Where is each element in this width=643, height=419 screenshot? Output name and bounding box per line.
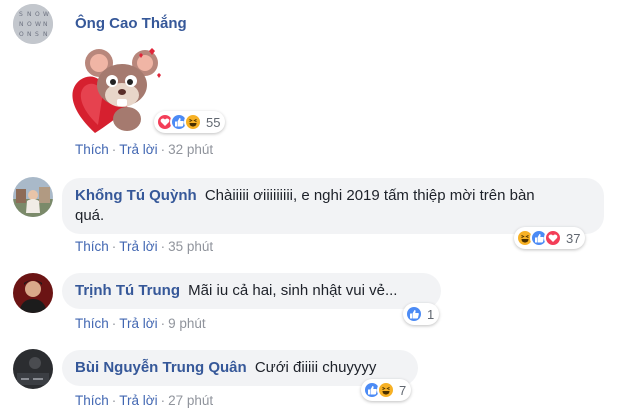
- comment-bubble: Trịnh Tú Trung Mãi iu cả hai, sinh nhật …: [62, 273, 441, 309]
- timestamp[interactable]: 27 phút: [168, 393, 213, 408]
- reply-link[interactable]: Trả lời: [119, 316, 157, 331]
- commenter-name[interactable]: Ông Cao Thắng: [75, 15, 187, 32]
- svg-text:W: W: [35, 21, 41, 28]
- comment-bubble: Khổng Tú Quỳnh Chàiiiii ơiiiiiiiii, e ng…: [62, 178, 604, 234]
- svg-text:S: S: [35, 31, 39, 38]
- commenter-name[interactable]: Khổng Tú Quỳnh: [75, 187, 197, 204]
- comment-text: Mãi iu cả hai, sinh nhật vui vẻ...: [188, 282, 398, 299]
- svg-text:S: S: [19, 11, 23, 18]
- comment-actions: Thích · Trả lời · 27 phút: [75, 393, 214, 408]
- timestamp[interactable]: 9 phút: [168, 316, 206, 331]
- comment-text-line-2: quá.: [75, 207, 105, 224]
- svg-text:N: N: [43, 21, 48, 28]
- reaction-count: 1: [427, 306, 435, 322]
- like-link[interactable]: Thích: [75, 142, 109, 157]
- reaction-summary[interactable]: 1: [403, 303, 440, 325]
- svg-text:O: O: [19, 31, 24, 38]
- svg-text:W: W: [43, 11, 49, 18]
- reaction-count: 37: [566, 230, 581, 246]
- comment-text: Chàiiiii ơiiiiiiiii, e nghi 2019 tấm thi…: [204, 187, 535, 204]
- mouse-heart-sticker: [65, 45, 165, 135]
- svg-text:N: N: [27, 31, 32, 38]
- commenter-name[interactable]: Bùi Nguyễn Trung Quân: [75, 359, 247, 376]
- avatar[interactable]: [13, 349, 53, 389]
- avatar[interactable]: SNOW NOWN ONSN: [13, 4, 53, 44]
- avatar[interactable]: [13, 177, 53, 217]
- reaction-count: 7: [399, 382, 407, 398]
- like-link[interactable]: Thích: [75, 316, 109, 331]
- like-link[interactable]: Thích: [75, 393, 109, 408]
- like-link[interactable]: Thích: [75, 239, 109, 254]
- svg-text:N: N: [19, 21, 24, 28]
- haha-icon: [377, 381, 395, 399]
- avatar[interactable]: [13, 273, 53, 313]
- comment-text: Cưới điiiii chuyyyy: [254, 359, 377, 376]
- like-icon: [405, 305, 423, 323]
- timestamp[interactable]: 35 phút: [168, 239, 213, 254]
- svg-text:N: N: [27, 11, 32, 18]
- reaction-summary[interactable]: 7: [361, 379, 412, 401]
- reaction-summary[interactable]: 37: [514, 227, 586, 249]
- timestamp[interactable]: 32 phút: [168, 142, 213, 157]
- haha-icon: [184, 113, 202, 131]
- reaction-count: 55: [206, 114, 221, 130]
- reply-link[interactable]: Trả lời: [119, 239, 157, 254]
- commenter-name[interactable]: Trịnh Tú Trung: [75, 282, 180, 299]
- svg-text:O: O: [35, 11, 40, 18]
- reply-link[interactable]: Trả lời: [119, 393, 157, 408]
- reaction-summary[interactable]: 55: [154, 111, 226, 133]
- reply-link[interactable]: Trả lời: [119, 142, 157, 157]
- comment-actions: Thích · Trả lời · 9 phút: [75, 316, 206, 331]
- comment-actions: Thích · Trả lời · 35 phút: [75, 239, 214, 254]
- svg-text:N: N: [43, 31, 48, 38]
- svg-text:O: O: [27, 21, 32, 28]
- love-icon: [544, 229, 562, 247]
- comment-actions: Thích · Trả lời · 32 phút: [75, 142, 214, 157]
